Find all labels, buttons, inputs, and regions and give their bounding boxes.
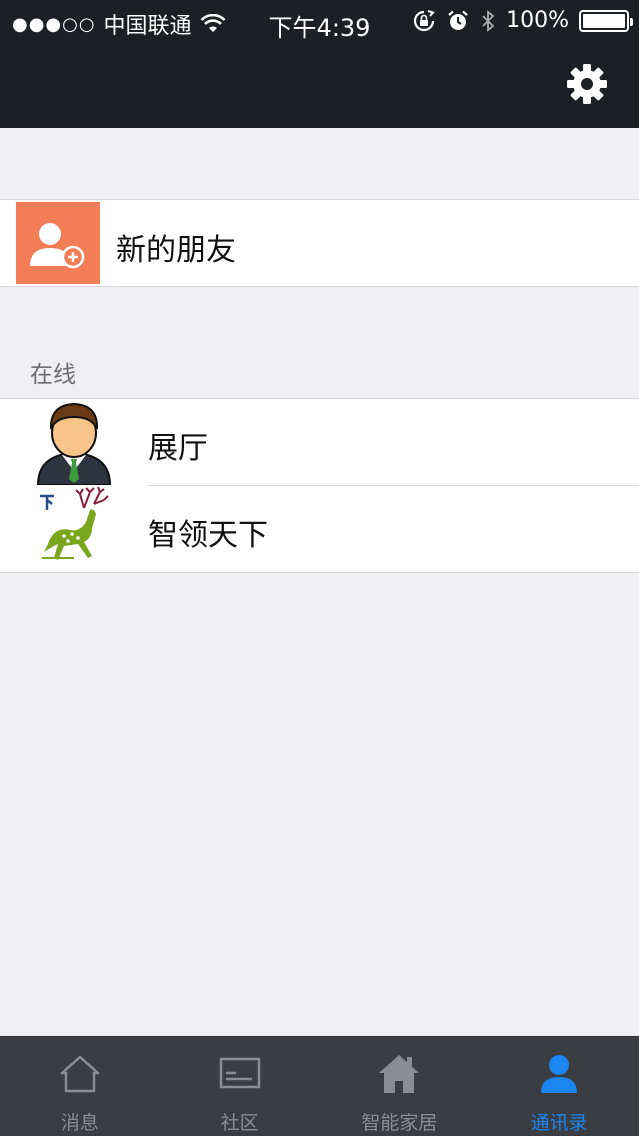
- tab-smart-home[interactable]: 智能家居: [320, 1037, 480, 1136]
- tab-contacts[interactable]: 通讯录: [479, 1037, 639, 1136]
- businessman-avatar: [34, 399, 114, 486]
- tab-bar: 消息 社区 智能家居 通讯录: [0, 1036, 639, 1136]
- gear-icon: [567, 64, 607, 104]
- app-header: ●●●○○ 中国联通 下午4:39 100%: [0, 0, 639, 128]
- community-board-icon: [219, 1057, 260, 1089]
- deer-logo-avatar: [34, 486, 114, 572]
- tab-label: 智能家居: [361, 1112, 438, 1134]
- tab-messages[interactable]: 消息: [0, 1037, 160, 1136]
- status-bar: ●●●○○ 中国联通 下午4:39 100%: [0, 0, 639, 44]
- tab-label: 通讯录: [530, 1112, 588, 1134]
- settings-button[interactable]: [565, 62, 609, 106]
- battery-icon: [579, 9, 633, 32]
- battery-percent: 100%: [506, 8, 569, 33]
- alarm-icon: [448, 10, 468, 30]
- contact-name: 智领天下: [148, 518, 268, 553]
- tab-community[interactable]: 社区: [160, 1037, 320, 1136]
- new-friends-label: 新的朋友: [116, 233, 236, 268]
- contacts-person-icon: [541, 1055, 578, 1093]
- home-outline-icon: [60, 1055, 100, 1093]
- status-right: 100%: [412, 8, 633, 33]
- online-section-title: 在线: [30, 362, 76, 388]
- contact-row-zhiling[interactable]: 智领天下: [0, 486, 639, 573]
- rotation-lock-icon: [414, 9, 435, 31]
- new-friends-icon-tile: [16, 202, 100, 284]
- house-icon: [379, 1055, 420, 1093]
- tab-label: 消息: [60, 1112, 99, 1134]
- add-user-icon: [30, 223, 85, 269]
- bluetooth-icon: [482, 9, 495, 32]
- contact-row-showroom[interactable]: 展厅: [0, 399, 639, 486]
- tab-label: 社区: [220, 1112, 259, 1134]
- new-friends-row[interactable]: 新的朋友: [0, 199, 639, 287]
- contact-name: 展厅: [148, 431, 208, 466]
- online-contact-list: 展厅 智领天下: [0, 398, 639, 573]
